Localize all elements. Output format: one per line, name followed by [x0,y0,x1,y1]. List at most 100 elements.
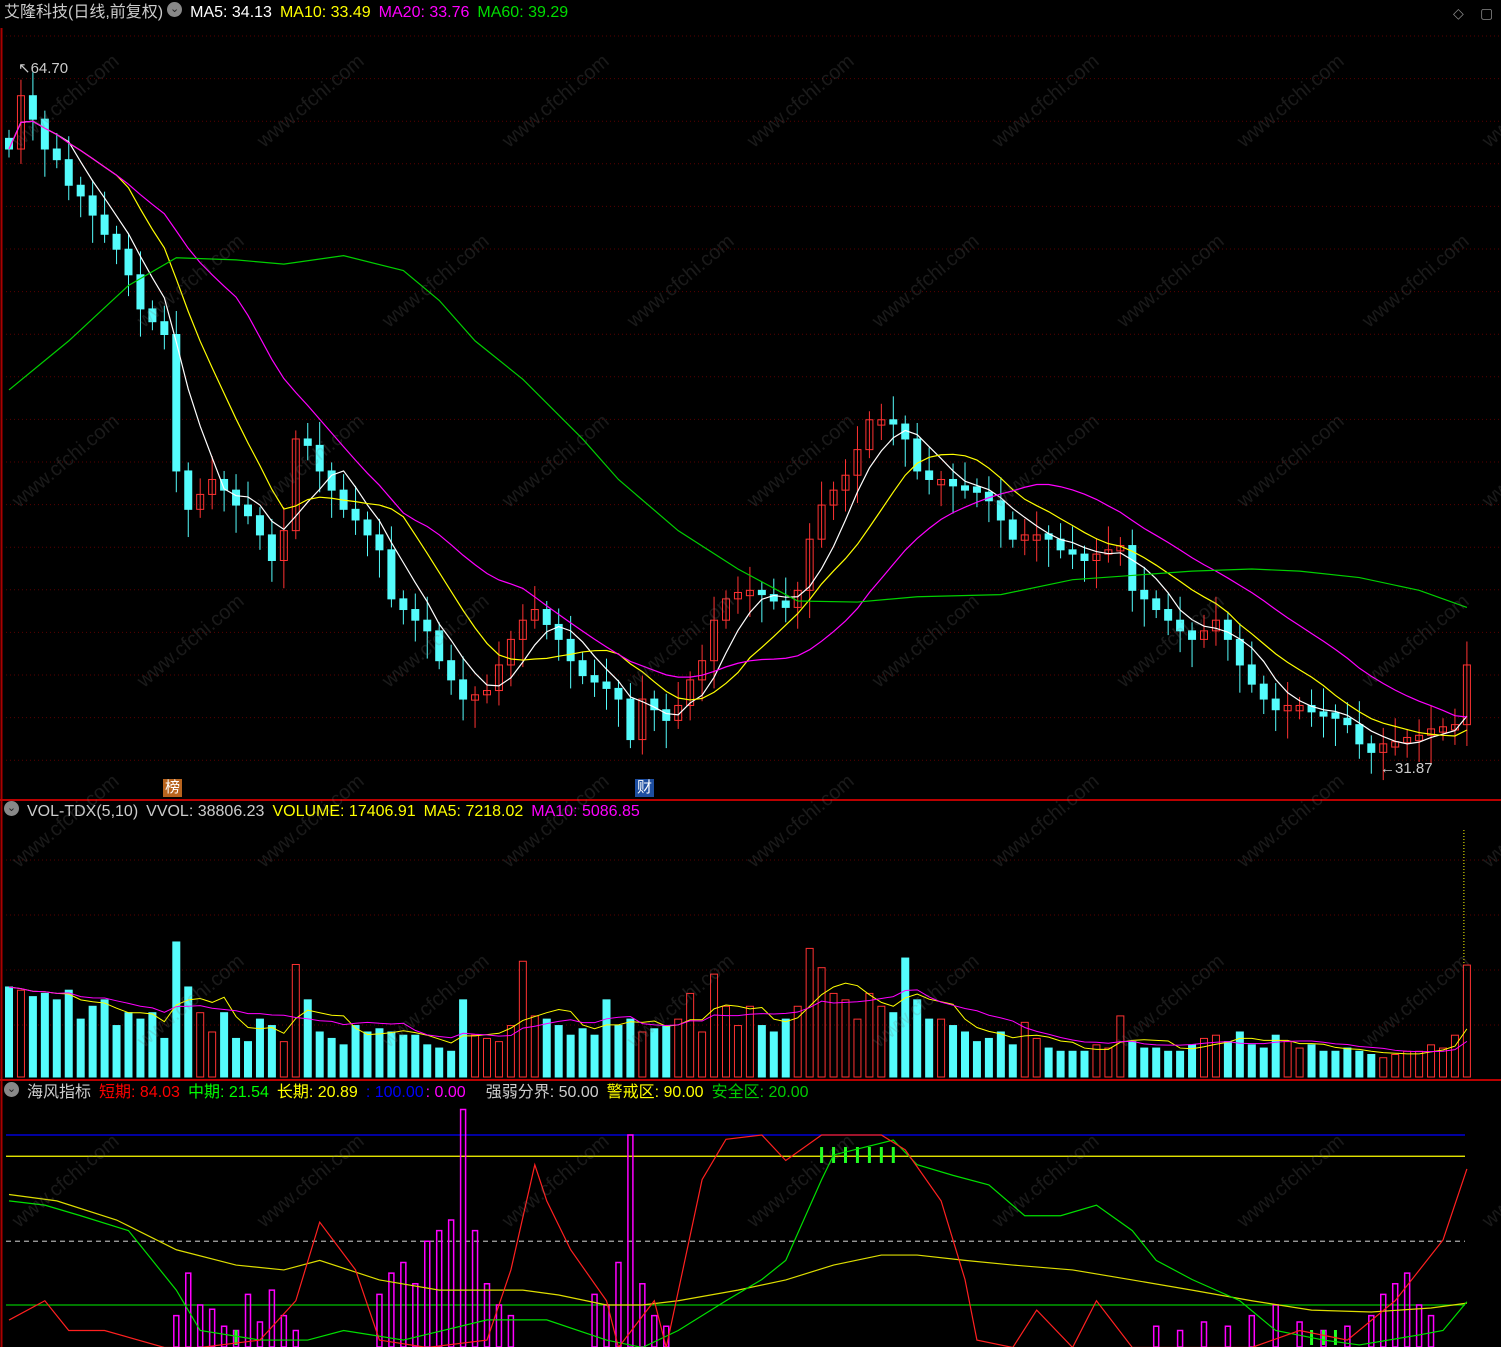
candle-down [1355,724,1364,745]
panel-menu-chevron-icon[interactable]: ⌄ [167,2,183,17]
candle-down [1008,519,1017,540]
panel-menu-chevron-icon[interactable]: ⌄ [4,801,19,816]
volume-ma5-label: MA5: 7218.02 [423,803,524,820]
candle-down [602,681,611,689]
high-price-value: 64.70 [30,60,69,77]
volume-bar-down [1355,1050,1364,1078]
volume-bar-down [327,1037,336,1078]
volume-bar-up [817,967,826,1078]
candle-down [88,195,97,216]
high-price-annotation: ↖64.70 [18,60,69,77]
volume-bar-up [471,1034,480,1078]
indicator-bar [280,1314,288,1347]
candle-down [889,419,898,425]
candle-down [232,489,241,506]
volume-bar-up [710,973,719,1078]
candle-down [626,698,635,741]
candle-down [64,159,73,186]
ma10-label: MA10: 33.49 [279,4,371,21]
volume-panel-header: ⌄ VOL-TDX(5,10) VVOL: 38806.23 VOLUME: 1… [4,801,648,823]
volume-bar-down [542,1018,551,1078]
volume-bar-down [1008,1044,1017,1078]
indicator-bar [1272,1304,1279,1347]
volume-bar-down [136,1018,145,1078]
volume-bar-down [112,1025,121,1078]
finance-event-tag[interactable]: 财 [635,779,655,797]
volume-bar-down [1128,1041,1137,1078]
stock-chart[interactable] [0,0,1501,1347]
volume-bar-down [76,1018,85,1078]
volume-bar-down [148,1012,157,1078]
candle-down [1247,664,1256,685]
volume-bar-down [1164,1050,1173,1078]
volume-bar-up [722,1005,730,1078]
candle-down [351,508,360,521]
candle-down [160,321,169,336]
candle-down [1080,553,1089,561]
ma10-line [8,120,1468,737]
volume-bar-down [1080,1050,1089,1078]
level-100-label: : 100.00 [365,1084,424,1101]
list-event-tag[interactable]: 榜 [163,779,183,797]
candle-down [40,118,49,150]
candle-down [172,334,181,472]
candle-down [1343,717,1352,726]
mid-term-label: 中期: 21.54 [187,1084,269,1101]
vvol-label: VVOL: 38806.23 [146,803,265,820]
volume-bar-down [996,1031,1005,1078]
candle-down [1367,743,1376,753]
volume-bar-down [925,1018,934,1078]
volume-bar-up [506,1025,515,1078]
indicator-bar [1380,1293,1387,1347]
ma60-label: MA60: 39.29 [477,4,569,21]
volume-bar-down [1152,1047,1161,1078]
indicator-green-mark [844,1147,847,1163]
indicator-name: 海风指标 [27,1084,92,1101]
divide-label: 强弱分界: 50.00 [485,1084,599,1101]
indicator-bar [471,1229,479,1347]
candle-down [1140,589,1149,600]
panel-menu-chevron-icon[interactable]: ⌄ [4,1082,19,1097]
indicator-bar [292,1329,300,1347]
long-term-label: 长期: 20.89 [276,1084,358,1101]
candle-down [387,549,396,600]
candle-down [949,478,958,487]
candle-down [925,470,934,480]
volume-bar-down [387,1031,396,1078]
candle-down [375,534,384,551]
volume-bar-down [244,1041,252,1078]
volume-bar-up [279,1041,288,1078]
candle-down [100,214,109,235]
volume-indicator-name: VOL-TDX(5,10) [27,803,139,820]
volume-bar-down [1056,1050,1065,1078]
volume-bar-down [64,989,73,1078]
candle-down [124,248,133,276]
volume-bar-down [1331,1050,1340,1078]
volume-bar-down [901,957,910,1078]
volume-bar-up [638,1031,647,1078]
volume-bar-up [1379,1057,1388,1078]
level-0-label: : 0.00 [425,1084,466,1101]
volume-bar-down [447,1050,456,1078]
volume-bar-up [865,992,874,1078]
candle-down [542,609,551,625]
volume-bar-down [566,1034,575,1078]
volume-bar-down [315,1031,324,1078]
warning-zone-label: 警戒区: 90.00 [606,1084,704,1101]
diamond-icon[interactable]: ◇ [1453,5,1464,22]
indicator-bar [196,1304,204,1347]
safe-zone-label: 安全区: 20.00 [711,1084,809,1101]
volume-bar-down [1176,1050,1185,1078]
volume-bar-down [172,941,181,1078]
indicator-bar [1200,1321,1208,1347]
candle-down [423,619,432,632]
volume-bar-down [949,1025,958,1078]
candle-down [1152,598,1161,611]
ma20-label: MA20: 33.76 [378,4,470,21]
indicator-bar [388,1272,395,1347]
indicator-green-mark [891,1147,895,1163]
square-icon[interactable]: ▢ [1480,5,1493,22]
volume-bar-down [1068,1050,1077,1078]
candle-down [1331,712,1340,719]
volume-bar-down [578,1028,587,1078]
